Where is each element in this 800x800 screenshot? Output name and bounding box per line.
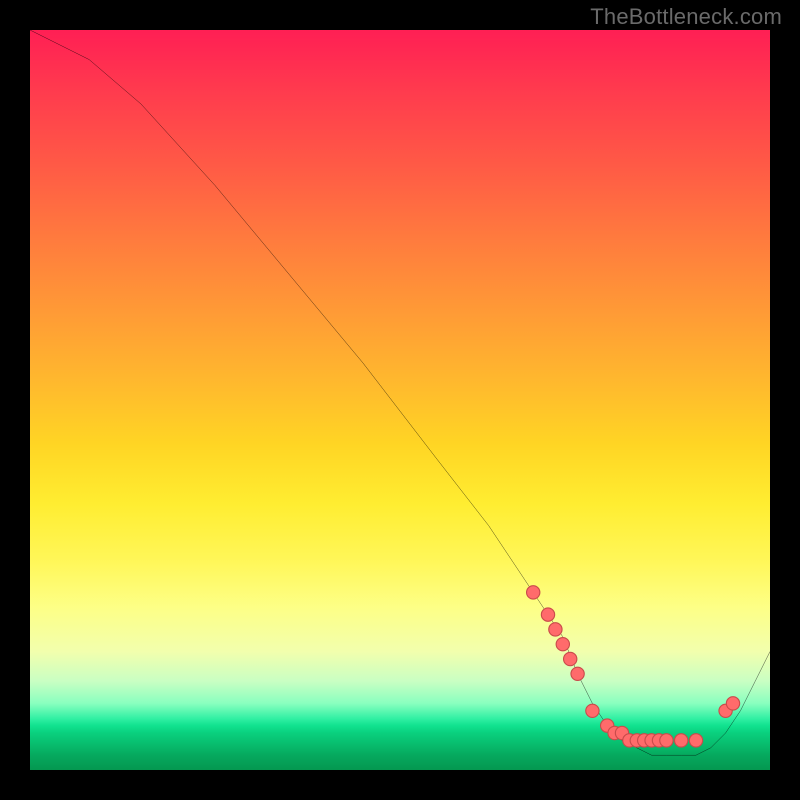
curve-marker-dot [726,697,739,710]
curve-marker-dot [660,734,673,747]
curve-marker-dot [527,586,540,599]
curve-marker-dot [541,608,554,621]
curve-marker-dot [571,667,584,680]
curve-svg [30,30,770,770]
curve-marker-dot [675,734,688,747]
watermark-text: TheBottleneck.com [590,4,782,30]
curve-marker-dot [549,623,562,636]
curve-marker-dot [556,638,569,651]
curve-markers-group [527,586,740,747]
chart-frame: TheBottleneck.com [0,0,800,800]
curve-marker-dot [586,704,599,717]
curve-marker-dot [564,652,577,665]
plot-area [30,30,770,770]
curve-marker-dot [689,734,702,747]
bottleneck-curve-path [30,30,770,755]
